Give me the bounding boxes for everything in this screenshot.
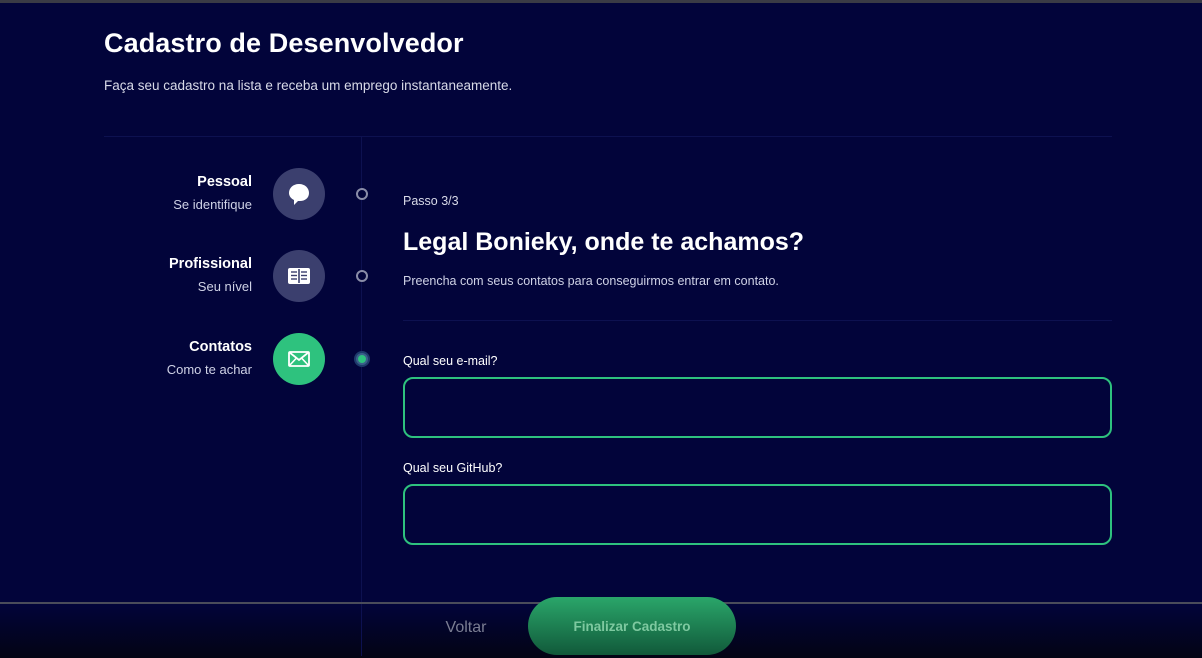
form-title: Legal Bonieky, onde te achamos? — [403, 228, 805, 256]
form-divider — [403, 320, 1112, 321]
email-label: Qual seu e-mail? — [403, 354, 498, 368]
step-title: Contatos — [189, 339, 252, 355]
github-label: Qual seu GitHub? — [403, 461, 503, 475]
step-text: Pessoal Se identifique — [173, 174, 252, 212]
step-dot — [356, 270, 368, 282]
step-title: Pessoal — [197, 174, 252, 190]
email-field[interactable] — [403, 377, 1112, 438]
chat-bubble-icon — [289, 184, 309, 205]
submit-button[interactable]: Finalizar Cadastro — [528, 597, 736, 655]
page-subtitle: Faça seu cadastro na lista e receba um e… — [104, 78, 513, 93]
page-title: Cadastro de Desenvolvedor — [104, 28, 464, 58]
step-dot-active — [356, 353, 368, 365]
step-text: Contatos Como te achar — [167, 339, 252, 377]
step-subtitle: Seu nível — [197, 279, 252, 294]
mail-icon — [288, 351, 310, 367]
back-button[interactable]: Voltar — [434, 616, 498, 640]
step-icon-circle — [273, 250, 325, 302]
page-header: Cadastro de Desenvolvedor Faça seu cadas… — [104, 28, 512, 93]
github-group: Qual seu GitHub? — [403, 461, 1112, 545]
step-subtitle: Se identifique — [173, 197, 252, 212]
step-pessoal[interactable]: Pessoal Se identifique — [104, 168, 384, 220]
contact-form: Passo 3/3 Legal Bonieky, onde te achamos… — [403, 194, 1112, 545]
step-subtitle: Como te achar — [166, 362, 252, 377]
step-text: Profissional Seu nível — [169, 256, 252, 294]
header-divider — [104, 136, 1112, 137]
step-icon-circle — [273, 333, 325, 385]
step-contatos[interactable]: Contatos Como te achar — [104, 333, 384, 385]
step-dot — [356, 188, 368, 200]
footer-bar: Voltar Finalizar Cadastro — [0, 597, 1202, 658]
step-icon-circle — [273, 168, 325, 220]
github-field[interactable] — [403, 484, 1112, 545]
step-title: Profissional — [169, 256, 252, 272]
form-description: Preencha com seus contatos para consegui… — [403, 274, 779, 288]
footer-divider — [361, 604, 362, 656]
email-group: Qual seu e-mail? — [403, 354, 1112, 438]
window-top-edge — [0, 0, 1202, 3]
step-indicator: Passo 3/3 — [403, 194, 459, 208]
book-icon — [288, 268, 310, 284]
step-profissional[interactable]: Profissional Seu nível — [104, 250, 384, 302]
